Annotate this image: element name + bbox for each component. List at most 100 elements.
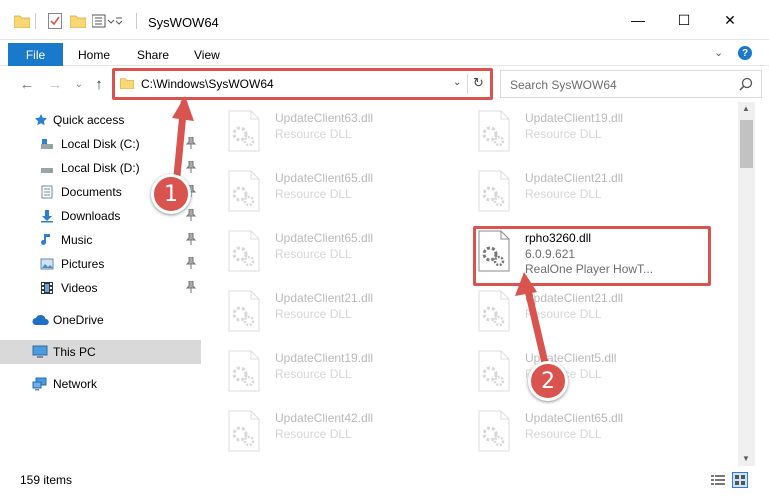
file-item[interactable]: UpdateClient21.dll Resource DLL (465, 282, 705, 340)
sidebar-item-music[interactable]: Music (0, 228, 201, 252)
sidebar-item-quick-access[interactable]: Quick access (0, 108, 201, 132)
window-title: SysWOW64 (148, 15, 219, 30)
details-view-icon[interactable] (710, 472, 726, 488)
pin-icon[interactable] (185, 136, 197, 149)
title-bar: SysWOW64 — ☐ ✕ (0, 0, 769, 40)
scroll-up-icon[interactable]: ▲ (742, 104, 750, 113)
sidebar-item-local-disk-c[interactable]: Local Disk (C:) (0, 132, 201, 156)
sidebar-item-label: OneDrive (53, 313, 104, 327)
file-item[interactable]: UpdateClient5.dll Resource DLL (465, 342, 705, 400)
pin-icon[interactable] (185, 280, 197, 293)
file-item[interactable]: UpdateClient65.dll Resource DLL (465, 402, 705, 460)
file-type: Resource DLL (525, 307, 602, 321)
sidebar-item-label: Downloads (61, 209, 121, 223)
close-icon: ✕ (724, 11, 736, 28)
tab-file[interactable]: File (8, 43, 63, 66)
scroll-down-icon[interactable]: ▼ (742, 454, 750, 463)
file-name: UpdateClient65.dll (275, 171, 374, 185)
search-box[interactable]: Search SysWOW64 (500, 70, 762, 98)
search-input[interactable]: Search SysWOW64 (510, 78, 617, 92)
minimize-button[interactable]: — (615, 0, 661, 40)
file-item-rpho3260[interactable]: rpho3260.dll 6.0.9.621 RealOne Player Ho… (465, 222, 705, 280)
separator (136, 12, 137, 30)
pin-icon[interactable] (185, 256, 197, 269)
up-icon[interactable]: ↑ (90, 74, 108, 94)
sidebar-item-label: Quick access (53, 113, 125, 127)
file-item[interactable]: UpdateClient21.dll Resource DLL (215, 282, 455, 340)
forward-icon[interactable]: → (46, 74, 64, 94)
maximize-button[interactable]: ☐ (661, 0, 707, 40)
star-icon (34, 113, 48, 127)
file-item[interactable]: UpdateClient19.dll Resource DLL (465, 102, 705, 160)
folder-icon (14, 12, 30, 30)
file-type: Resource DLL (525, 427, 602, 441)
tab-view[interactable]: View (194, 43, 220, 66)
file-type: Resource DLL (275, 187, 352, 201)
new-folder-icon[interactable] (70, 12, 86, 30)
file-type: Resource DLL (275, 427, 352, 441)
customize-quick-access-icon[interactable] (92, 12, 122, 30)
address-dropdown-icon[interactable]: ⌄ (453, 77, 461, 88)
expand-ribbon-icon[interactable]: ⌄ (714, 46, 723, 59)
file-item[interactable]: UpdateClient42.dll Resource DLL (215, 402, 455, 460)
file-item[interactable]: UpdateClient65.dll Resource DLL (215, 222, 455, 280)
pin-icon[interactable] (185, 208, 197, 221)
vertical-scrollbar[interactable]: ▲ ▼ (738, 102, 755, 466)
pictures-icon (40, 257, 54, 271)
file-name: UpdateClient21.dll (525, 291, 624, 305)
folder-icon (119, 77, 135, 92)
separator (35, 12, 36, 30)
back-icon[interactable]: ← (18, 74, 36, 94)
recent-locations-icon[interactable]: ⌄ (70, 74, 88, 94)
help-icon[interactable]: ? (738, 46, 752, 60)
properties-icon[interactable] (48, 12, 62, 30)
dll-file-icon (477, 410, 511, 452)
file-item[interactable]: UpdateClient63.dll Resource DLL (215, 102, 455, 160)
address-bar[interactable]: C:\Windows\SysWOW64 ⌄ ↻ (114, 70, 491, 98)
sidebar-item-label: Local Disk (C:) (61, 137, 140, 151)
pin-icon[interactable] (185, 232, 197, 245)
large-icons-view-icon[interactable] (732, 472, 748, 488)
tab-share[interactable]: Share (137, 43, 169, 66)
sidebar-item-label: Local Disk (D:) (61, 161, 140, 175)
dll-file-icon (477, 290, 511, 332)
file-item[interactable]: UpdateClient21.dll Resource DLL (465, 162, 705, 220)
sidebar-item-label: Network (53, 377, 98, 391)
file-version: 6.0.9.621 (525, 247, 576, 261)
step-badge-2: 2 (528, 361, 568, 401)
file-type: Resource DLL (525, 127, 602, 141)
dll-file-icon (227, 110, 261, 152)
sidebar-item-network[interactable]: Network (0, 372, 201, 396)
file-name: rpho3260.dll (525, 231, 592, 245)
sidebar-item-label: Documents (61, 185, 122, 199)
file-name: UpdateClient19.dll (525, 111, 624, 125)
sidebar-item-label: Music (61, 233, 93, 247)
sidebar-item-videos[interactable]: Videos (0, 276, 201, 300)
download-icon (40, 209, 54, 223)
navigation-bar: ← → ⌄ ↑ C:\Windows\SysWOW64 ⌄ ↻ Search S… (0, 66, 769, 102)
search-icon[interactable] (739, 77, 753, 94)
scroll-thumb[interactable] (740, 120, 753, 168)
refresh-icon[interactable]: ↻ (473, 75, 484, 91)
item-count: 159 items (20, 473, 73, 487)
sidebar-item-pictures[interactable]: Pictures (0, 252, 201, 276)
sidebar-item-this-pc[interactable]: This PC (0, 340, 201, 364)
file-item[interactable]: UpdateClient65.dll Resource DLL (215, 162, 455, 220)
dll-file-icon (227, 350, 261, 392)
cloud-icon (32, 313, 50, 327)
sidebar-item-onedrive[interactable]: OneDrive (0, 308, 201, 332)
file-name: UpdateClient21.dll (525, 171, 624, 185)
separator (467, 74, 468, 94)
address-path[interactable]: C:\Windows\SysWOW64 (141, 77, 274, 91)
file-item[interactable]: UpdateClient19.dll Resource DLL (215, 342, 455, 400)
sidebar-item-label: This PC (53, 345, 96, 359)
drive-icon (40, 161, 54, 175)
tab-home[interactable]: Home (78, 43, 110, 66)
dll-file-icon (227, 290, 261, 332)
music-icon (40, 233, 54, 247)
minimize-icon: — (631, 12, 645, 28)
navigation-pane: Quick access Local Disk (C:) Local Disk … (0, 102, 205, 466)
pin-icon[interactable] (185, 160, 197, 173)
file-type: Resource DLL (275, 367, 352, 381)
close-button[interactable]: ✕ (707, 0, 753, 40)
